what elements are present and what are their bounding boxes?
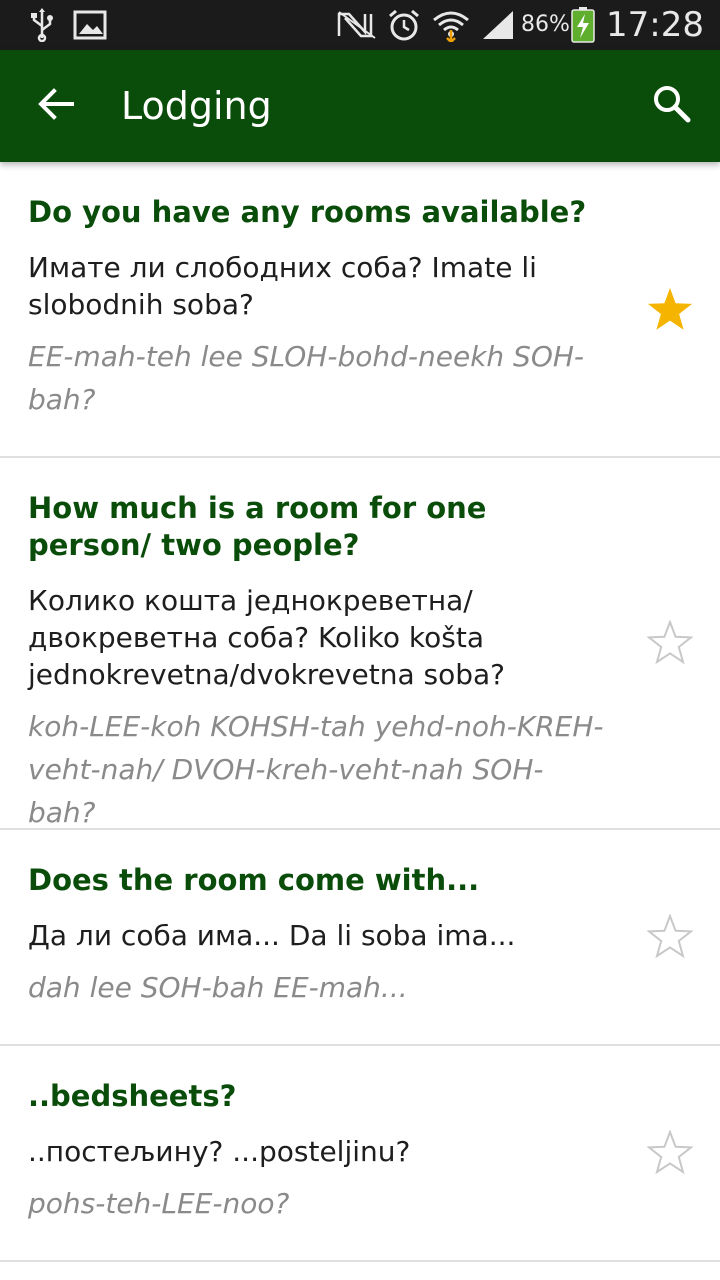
phrase-english: Does the room come with... <box>28 863 480 897</box>
usb-icon <box>28 0 56 50</box>
search-icon <box>653 85 691 128</box>
favorite-button[interactable] <box>644 912 696 964</box>
phrase-pronunciation: koh-LEE-koh KOHSH-tah yehd-noh-KREH-veht… <box>28 710 604 829</box>
phrase-translation: Имате ли слободних соба? Imate li slobod… <box>28 251 537 321</box>
phrase-english: ..bedsheets? <box>28 1079 237 1113</box>
search-button[interactable] <box>640 78 704 134</box>
phrase-item[interactable]: Do you have any rooms available? Имате л… <box>0 162 720 458</box>
favorite-button[interactable] <box>644 285 696 337</box>
signal-icon <box>480 0 516 50</box>
clock-time: 17:28 <box>606 5 704 45</box>
phrase-text: Do you have any rooms available? Имате л… <box>28 194 608 421</box>
phrase-text: How much is a room for one person/ two p… <box>28 490 608 834</box>
alarm-icon <box>386 0 422 50</box>
star-outline-icon <box>646 618 694 669</box>
phrase-text: Does the room come with... Да ли соба им… <box>28 862 608 1009</box>
phrase-translation: ..постељину? ...posteljinu? <box>28 1135 411 1168</box>
phrase-pronunciation: pohs-teh-LEE-noo? <box>28 1187 290 1220</box>
star-outline-icon <box>646 1128 694 1179</box>
phrase-english: Do you have any rooms available? <box>28 195 587 229</box>
phrase-translation: Колико кошта једнокреветна/ двокреветна … <box>28 584 506 691</box>
phrase-translation: Да ли соба има... Da li soba ima... <box>28 919 516 952</box>
arrow-back-icon <box>38 87 74 125</box>
star-filled-icon <box>647 287 693 336</box>
phrase-item[interactable]: Does the room come with... Да ли соба им… <box>0 830 720 1046</box>
status-bar: 86% 17:28 <box>0 0 720 50</box>
wifi-icon <box>432 0 470 50</box>
battery-charging-icon <box>570 0 596 50</box>
page-title: Lodging <box>121 84 272 128</box>
phrase-item[interactable]: ..bedsheets? ..постељину? ...posteljinu?… <box>0 1046 720 1262</box>
phrase-item[interactable]: How much is a room for one person/ two p… <box>0 458 720 830</box>
back-button[interactable] <box>24 78 88 134</box>
favorite-button[interactable] <box>644 618 696 670</box>
image-icon <box>72 0 108 50</box>
phrase-english: How much is a room for one person/ two p… <box>28 491 487 562</box>
phrase-pronunciation: EE-mah-teh lee SLOH-bohd-neekh SOH-bah? <box>28 340 585 416</box>
star-outline-icon <box>646 912 694 963</box>
nfc-icon <box>336 0 378 50</box>
phrase-text: ..bedsheets? ..постељину? ...posteljinu?… <box>28 1078 608 1225</box>
app-bar: Lodging <box>0 50 720 162</box>
phrase-pronunciation: dah lee SOH-bah EE-mah... <box>28 971 408 1004</box>
favorite-button[interactable] <box>644 1128 696 1180</box>
battery-percent: 86% <box>521 12 570 37</box>
